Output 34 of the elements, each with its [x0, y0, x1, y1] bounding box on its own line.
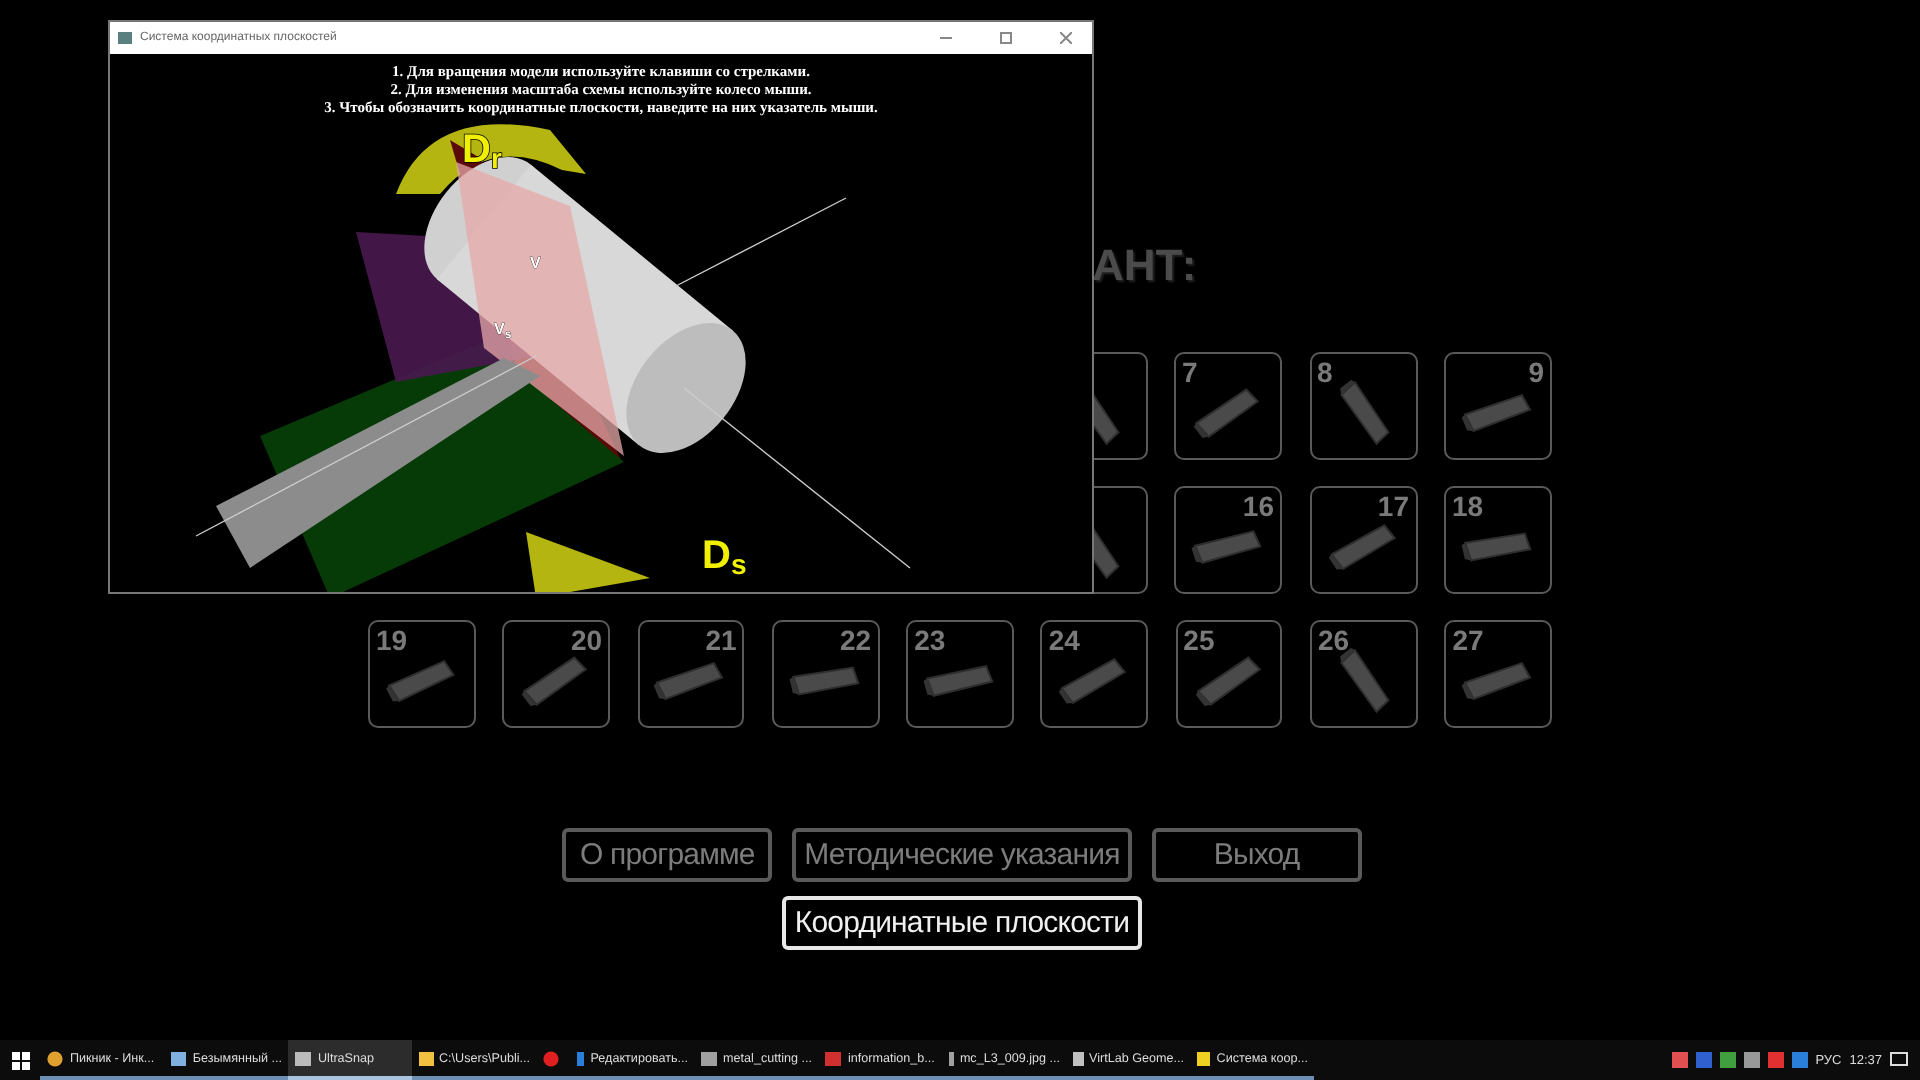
app-icon: [824, 1049, 842, 1067]
app-icon: [418, 1049, 433, 1067]
menu-button[interactable]: О программе: [562, 828, 773, 882]
tool-tile[interactable]: 7: [1174, 352, 1282, 460]
tool-tile[interactable]: 17: [1309, 486, 1417, 594]
app-icon: [1072, 1049, 1083, 1067]
menu-button[interactable]: Координатные плоскости: [782, 896, 1142, 950]
menu-button[interactable]: Методические указания: [792, 828, 1132, 882]
tool-tile[interactable]: 21: [637, 620, 745, 728]
app-icon: [700, 1049, 718, 1067]
tool-tile[interactable]: 23: [906, 620, 1014, 728]
tool-tile[interactable]: 8: [1309, 352, 1417, 460]
app-icon: [46, 1049, 64, 1067]
app-icon: [948, 1049, 954, 1067]
window-app-icon: [118, 32, 132, 44]
vector-label: D$_{s}$: [702, 534, 747, 580]
app-icon: [1196, 1049, 1211, 1067]
app-icon: [170, 1049, 187, 1067]
notification-icon[interactable]: [1890, 1052, 1908, 1068]
tool-tile[interactable]: 25: [1175, 620, 1283, 728]
tool-tile[interactable]: 24: [1040, 620, 1149, 728]
tool-tile[interactable]: 9: [1444, 352, 1552, 460]
tool-tile[interactable]: 18: [1444, 486, 1552, 594]
menu-button[interactable]: Выход: [1151, 828, 1362, 882]
tool-tile[interactable]: 16: [1174, 486, 1282, 594]
app-icon: [294, 1049, 312, 1067]
tool-tile[interactable]: 19: [367, 620, 476, 728]
variant-heading: АНТ:: [1092, 240, 1199, 294]
vector-label: V: [530, 254, 541, 272]
tool-tile[interactable]: 26: [1309, 620, 1418, 728]
tool-tile[interactable]: 20: [502, 620, 611, 728]
tool-tile[interactable]: 27: [1444, 620, 1552, 728]
vector-label: V$_{s}$: [494, 320, 512, 342]
tool-tile[interactable]: 22: [771, 620, 880, 728]
